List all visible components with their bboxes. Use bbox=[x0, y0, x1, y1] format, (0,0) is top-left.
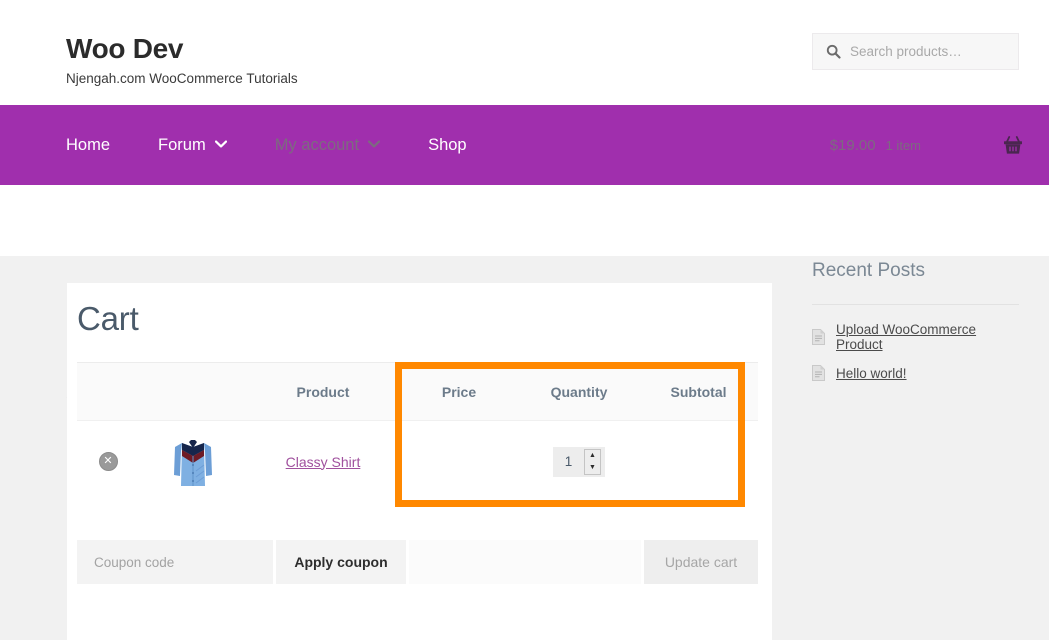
column-header-quantity: Quantity bbox=[550, 383, 608, 400]
cell-product-name: Classy Shirt bbox=[247, 421, 399, 502]
page-root: Woo Dev Njengah.com WooCommerce Tutorial… bbox=[0, 0, 1049, 640]
coupon-row: Apply coupon Update cart bbox=[77, 540, 758, 584]
column-header-subtotal: Subtotal bbox=[670, 383, 727, 400]
site-header: Woo Dev Njengah.com WooCommerce Tutorial… bbox=[0, 0, 1049, 105]
list-item[interactable]: Upload WooCommerce Product bbox=[812, 322, 1019, 352]
recent-post-link[interactable]: Upload WooCommerce Product bbox=[836, 322, 1019, 352]
column-header-product: Product bbox=[296, 383, 350, 400]
nav-item-my-account[interactable]: My account bbox=[274, 135, 381, 155]
list-item[interactable]: Hello world! bbox=[812, 365, 1019, 381]
cart-item-count: 1 item bbox=[885, 137, 921, 153]
nav-item-label: Home bbox=[66, 135, 111, 154]
nav-item-home[interactable]: Home bbox=[66, 136, 110, 155]
cell-remove: ✕ bbox=[77, 421, 139, 502]
cart-summary[interactable]: $19.00 1 item bbox=[830, 105, 1023, 185]
sidebar-heading-recent-posts: Recent Posts bbox=[812, 260, 925, 281]
search-icon bbox=[826, 44, 841, 59]
apply-coupon-button[interactable]: Apply coupon bbox=[276, 540, 406, 584]
shopping-basket-icon[interactable] bbox=[1003, 135, 1023, 155]
cart-content-card: Cart Product Price Quantity Subtotal ✕ C… bbox=[67, 283, 772, 640]
quantity-stepper[interactable]: 1 ▲ ▼ bbox=[553, 446, 605, 477]
site-branding[interactable]: Woo Dev Njengah.com WooCommerce Tutorial… bbox=[66, 32, 298, 87]
site-title: Woo Dev bbox=[66, 33, 184, 64]
cell-subtotal bbox=[639, 421, 758, 502]
site-tagline: Njengah.com WooCommerce Tutorials bbox=[66, 71, 298, 86]
search-input[interactable] bbox=[850, 44, 1027, 59]
document-icon bbox=[812, 365, 825, 381]
remove-item-icon[interactable]: ✕ bbox=[98, 452, 118, 471]
cell-price bbox=[399, 421, 519, 502]
cell-quantity: 1 ▲ ▼ bbox=[519, 421, 639, 502]
nav-item-label: Shop bbox=[428, 135, 467, 154]
coupon-row-spacer bbox=[409, 540, 641, 584]
quantity-spinner-buttons[interactable]: ▲ ▼ bbox=[584, 448, 601, 475]
classy-shirt-thumbnail-icon bbox=[169, 430, 217, 493]
spinner-down-icon[interactable]: ▼ bbox=[589, 464, 596, 471]
page-title: Cart bbox=[77, 300, 139, 337]
cart-table: Product Price Quantity Subtotal ✕ Classy… bbox=[77, 362, 758, 502]
cell-thumbnail[interactable] bbox=[139, 421, 247, 502]
cart-table-header-row: Product Price Quantity Subtotal bbox=[77, 362, 758, 420]
sidebar: Recent Posts Upload WooCommerce Product bbox=[812, 258, 1019, 394]
nav-item-list: Home Forum My account Shop bbox=[66, 105, 515, 185]
coupon-code-input[interactable] bbox=[77, 540, 273, 584]
nav-item-shop[interactable]: Shop bbox=[428, 136, 467, 155]
chevron-down-icon bbox=[367, 139, 381, 151]
recent-posts-list: Upload WooCommerce Product Hello world! bbox=[812, 322, 1019, 381]
update-cart-button: Update cart bbox=[644, 540, 758, 584]
document-icon bbox=[812, 329, 825, 345]
sidebar-divider bbox=[812, 304, 1019, 305]
breadcrumb-strip: Home › Cart Cart bbox=[0, 185, 1049, 411]
nav-item-label: My account bbox=[274, 135, 360, 154]
cart-total-amount: $19.00 bbox=[829, 136, 876, 154]
chevron-down-icon bbox=[214, 139, 227, 151]
spinner-up-icon[interactable]: ▲ bbox=[589, 452, 596, 459]
product-link-classy-shirt[interactable]: Classy Shirt bbox=[286, 454, 361, 470]
recent-post-link[interactable]: Hello world! bbox=[836, 366, 907, 381]
product-search-box[interactable] bbox=[812, 33, 1027, 70]
nav-item-forum[interactable]: Forum bbox=[158, 136, 227, 155]
quantity-value[interactable]: 1 bbox=[553, 454, 584, 469]
table-row: ✕ Classy Shirt 1 ▲ ▼ bbox=[77, 420, 758, 502]
column-header-price: Price bbox=[441, 383, 477, 400]
nav-item-label: Forum bbox=[158, 135, 206, 154]
primary-navigation: Home Forum My account Shop $19.00 1 item bbox=[0, 105, 1049, 185]
